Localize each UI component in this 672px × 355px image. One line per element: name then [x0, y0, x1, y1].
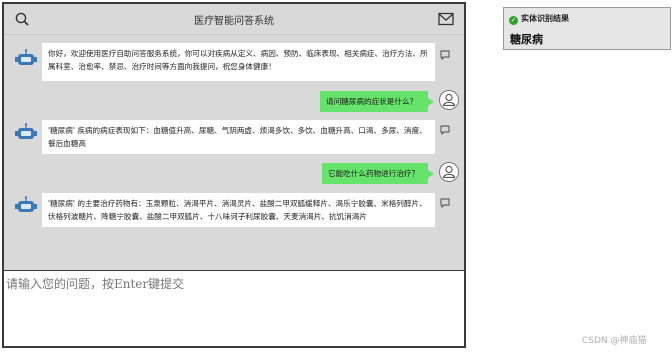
question-input[interactable] [6, 275, 461, 341]
mail-icon[interactable] [438, 12, 454, 26]
message-icon[interactable] [440, 50, 450, 60]
watermark: CSDN @神庙猫 [582, 336, 647, 346]
robot-icon [15, 49, 37, 65]
entity-panel-title: 实体识别结果 [521, 14, 569, 23]
input-area [4, 270, 464, 346]
robot-icon [15, 196, 37, 212]
user-icon [439, 90, 459, 110]
app-title: 医疗智能问答系统 [194, 16, 274, 27]
bot-message-text: '糖尿病' 的主要治疗药物有：玉泉颗粒、消渴平片、消渴灵片、盐酸二甲双胍缓释片、… [42, 193, 435, 227]
bot-message-text: '糖尿病' 疾病的病症表现如下：血糖值升高、尿糖、气阴两虚、烦渴多饮、多饮、血糖… [42, 120, 435, 154]
user-icon [439, 162, 459, 182]
chat-window: 医疗智能问答系统 你好，欢迎使用医疗自助问答服务系统，你可以对疾病从定义、病因、… [2, 2, 466, 348]
entity-panel: ✓ 实体识别结果 糖尿病 [503, 7, 671, 50]
bot-message-text: 你好，欢迎使用医疗自助问答服务系统，你可以对疾病从定义、病因、预防、临床表现、相… [42, 43, 435, 81]
robot-icon [15, 123, 37, 139]
entity-panel-header: ✓ 实体识别结果 [509, 13, 569, 25]
message-icon[interactable] [440, 198, 450, 208]
check-icon: ✓ [509, 16, 518, 25]
message-icon[interactable] [440, 125, 450, 135]
entity-value: 糖尿病 [510, 33, 543, 46]
message-list[interactable]: 你好，欢迎使用医疗自助问答服务系统，你可以对疾病从定义、病因、预防、临床表现、相… [4, 35, 464, 269]
chat-header: 医疗智能问答系统 [4, 4, 464, 35]
user-message-text: 请问糖尿病的症状是什么？ [320, 91, 434, 112]
user-message-text: 它能吃什么药物进行治疗？ [322, 163, 434, 184]
